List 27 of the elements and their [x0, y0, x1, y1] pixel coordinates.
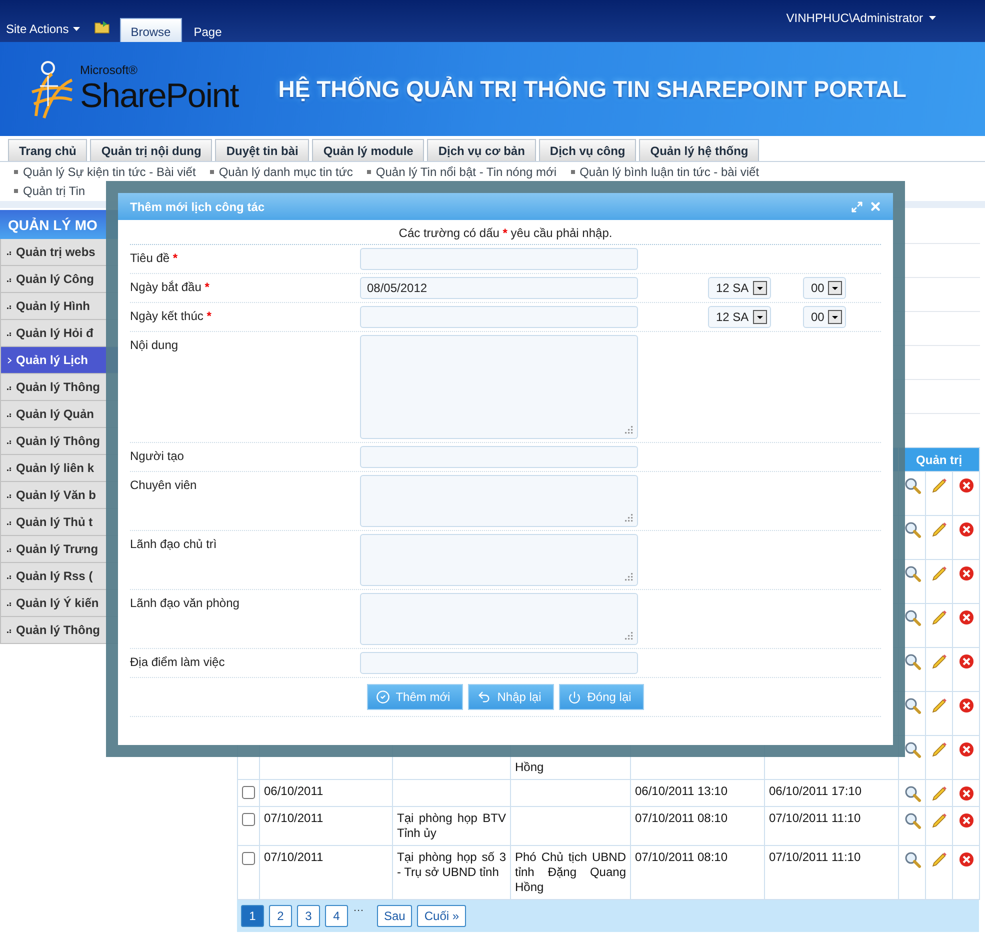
field-label: Địa điểm làm việc	[130, 654, 226, 669]
field-label: Ngày kết thúc *	[130, 308, 212, 323]
field-label: Nội dung	[130, 337, 180, 352]
required-fields-note: Các trường có dấu * yêu cầu phải nhập.	[130, 220, 881, 245]
logo-caption: Microsoft®	[80, 62, 139, 76]
field-label: Ngày bắt đầu *	[130, 279, 210, 294]
table-cell-text: 06/10/2011	[264, 784, 324, 799]
table-cell: Tại phòng họp số 3 - Trụ sở UBND tỉnh	[397, 850, 506, 880]
table-cell-text: 07/10/2011 11:10	[769, 850, 862, 865]
portal-title: HỆ THỐNG QUẢN TRỊ THÔNG TIN SHAREPOINT PORTAL	[278, 76, 906, 102]
field-label: Lãnh đạo văn phòng	[130, 595, 240, 610]
table-cell-text: 07/10/2011 08:10	[635, 811, 729, 826]
table-cell-text: Hồng	[515, 760, 545, 775]
table-cell-text: 07/10/2011	[264, 811, 324, 826]
table-cell-text: 07/10/2011 11:10	[769, 811, 862, 826]
table-cell-text: 07/10/2011 08:10	[635, 850, 729, 865]
table-cell: Phó Chủ tịch UBND tỉnh Đặng Quang Hồng	[515, 850, 626, 895]
table-cell-text: 07/10/2011	[264, 850, 324, 865]
field-label: Người tạo	[130, 448, 185, 463]
table-cell-text: 06/10/2011 17:10	[769, 784, 863, 799]
logo-wordmark: SharePoint	[80, 76, 238, 116]
pagination-ellipsis: …	[353, 902, 364, 914]
field-label: Chuyên viên	[130, 477, 198, 492]
field-label: Tiêu đề *	[130, 250, 179, 265]
field-label: Lãnh đạo chủ trì	[130, 536, 218, 551]
table-cell-text: 06/10/2011 13:10	[635, 784, 729, 799]
table-cell: Tại phòng họp BTV Tỉnh ủy	[397, 811, 506, 841]
